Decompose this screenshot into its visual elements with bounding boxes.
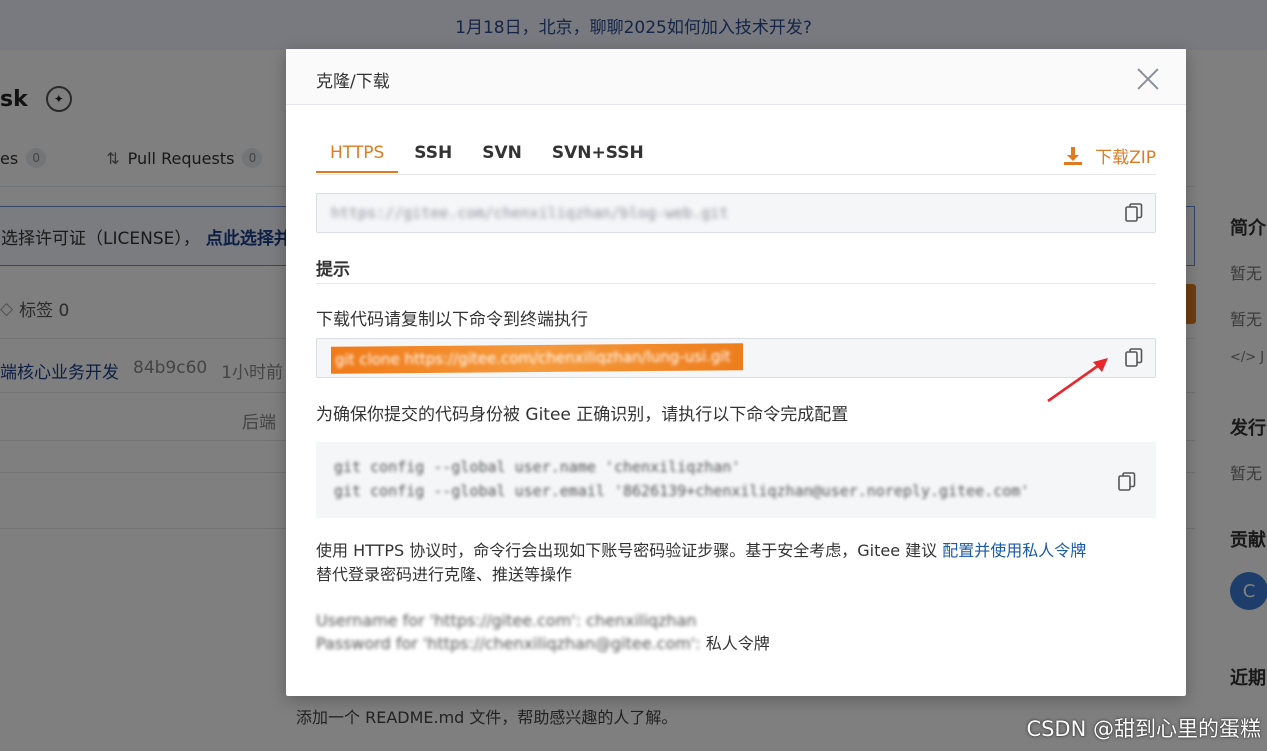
highlighted-command: git clone https://gitee.com/chenxiliqzha… (331, 343, 743, 374)
download-zip-label: 下载ZIP (1095, 148, 1156, 168)
download-zip-button[interactable]: 下载ZIP (1063, 143, 1156, 168)
download-icon (1064, 146, 1083, 165)
tab-svn[interactable]: SVN (482, 139, 522, 171)
clone-instruction: 下载代码请复制以下命令到终端执行 (316, 310, 588, 330)
copy-icon[interactable] (1125, 348, 1143, 368)
clone-command-value: git clone https://gitee.com/chenxiliqzha… (335, 347, 731, 369)
tab-svn-ssh[interactable]: SVN+SSH (552, 139, 644, 171)
password-line-prefix: Password for 'https://chenxiliqzhan@gite… (316, 634, 701, 653)
annotation-arrow-icon (1047, 358, 1108, 403)
protocol-tabs: HTTPS SSH SVN SVN+SSH (316, 139, 1156, 175)
tab-ssh[interactable]: SSH (414, 139, 452, 171)
password-line: Password for 'https://chenxiliqzhan@gite… (316, 632, 770, 655)
clone-download-dialog: 克隆/下载 HTTPS SSH SVN SVN+SSH 下载ZIP https:… (286, 49, 1186, 696)
dialog-header: 克隆/下载 (286, 49, 1186, 105)
config-instruction: 为确保你提交的代码身份被 Gitee 正确识别，请执行以下命令完成配置 (316, 405, 849, 425)
close-icon[interactable] (1134, 65, 1162, 93)
password-line-tail: 私人令牌 (705, 634, 770, 653)
hint-heading: 提示 (316, 260, 350, 280)
hint-divider (316, 283, 1156, 284)
dialog-title: 克隆/下载 (316, 72, 390, 92)
https-note-text: 使用 HTTPS 协议时，命令行会出现如下账号密码验证步骤。基于安全考虑，Git… (316, 541, 938, 560)
credential-example: Username for 'https://gitee.com': chenxi… (316, 609, 770, 655)
csdn-watermark: CSDN @甜到心里的蛋糕 (1026, 717, 1261, 741)
username-line: Username for 'https://gitee.com': chenxi… (316, 611, 697, 630)
clone-url-value: https://gitee.com/chenxiliqzhan/blog-web… (331, 204, 729, 222)
config-line-email: git config --global user.email '8626139+… (334, 482, 1030, 500)
config-line-name: git config --global user.name 'chenxiliq… (334, 458, 741, 476)
copy-icon[interactable] (1118, 472, 1136, 492)
clone-command-field[interactable]: git clone https://gitee.com/chenxiliqzha… (316, 338, 1156, 378)
copy-icon[interactable] (1125, 203, 1143, 223)
git-config-block[interactable]: git config --global user.name 'chenxiliq… (316, 442, 1156, 518)
https-note: 使用 HTTPS 协议时，命令行会出现如下账号密码验证步骤。基于安全考虑，Git… (316, 539, 1156, 587)
clone-url-field[interactable]: https://gitee.com/chenxiliqzhan/blog-web… (316, 193, 1156, 233)
personal-token-link[interactable]: 配置并使用私人令牌 (942, 541, 1086, 560)
https-note-tail: 替代登录密码进行克隆、推送等操作 (316, 565, 573, 584)
tab-https[interactable]: HTTPS (316, 139, 399, 173)
